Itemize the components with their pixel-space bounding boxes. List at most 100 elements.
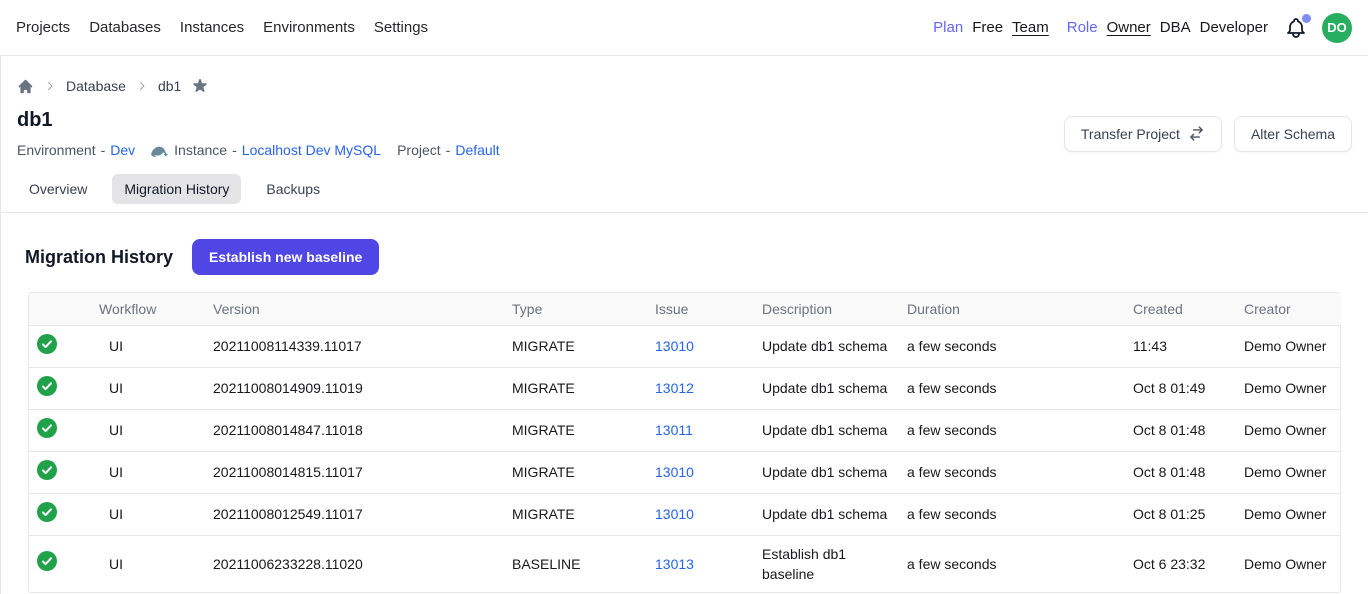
environment-group: Environment - Dev	[17, 142, 135, 158]
workflow-cell: UI	[99, 325, 213, 367]
transfer-project-button[interactable]: Transfer Project	[1064, 116, 1222, 152]
version-cell: 20211008014847.11018	[213, 409, 512, 451]
switch-horizontal-icon	[1188, 125, 1205, 142]
role-option-developer[interactable]: Developer	[1200, 19, 1268, 36]
nav-item-environments[interactable]: Environments	[263, 19, 355, 36]
role-option-owner[interactable]: Owner	[1107, 19, 1151, 36]
establish-baseline-button[interactable]: Establish new baseline	[192, 239, 379, 275]
type-cell: BASELINE	[512, 535, 655, 592]
version-cell: 20211008014815.11017	[213, 451, 512, 493]
created-column-header: Created	[1133, 293, 1244, 325]
duration-column-header: Duration	[907, 293, 1133, 325]
instance-link[interactable]: Localhost Dev MySQL	[242, 142, 381, 158]
migration-history-table: Workflow Version Type Issue Description …	[28, 292, 1341, 593]
description-column-header: Description	[762, 293, 907, 325]
table-row[interactable]: UI 20211008014909.11019 MIGRATE 13012 Up…	[29, 367, 1341, 409]
description-cell: Update db1 schema	[762, 409, 907, 451]
creator-cell: Demo Owner	[1244, 409, 1341, 451]
favorite-star-icon[interactable]	[191, 77, 209, 95]
database-header: db1 Environment - Dev Instance - Localho	[1, 95, 1368, 158]
workflow-cell: UI	[99, 535, 213, 592]
nav-item-instances[interactable]: Instances	[180, 19, 244, 36]
type-cell: MIGRATE	[512, 367, 655, 409]
issue-link[interactable]: 13010	[655, 464, 694, 480]
database-tabs: Overview Migration History Backups	[1, 174, 1368, 213]
creator-cell: Demo Owner	[1244, 451, 1341, 493]
chevron-right-icon	[136, 80, 148, 92]
type-column-header: Type	[512, 293, 655, 325]
notification-dot	[1302, 14, 1311, 23]
tab-overview[interactable]: Overview	[17, 174, 99, 204]
issue-link[interactable]: 13012	[655, 380, 694, 396]
issue-link[interactable]: 13011	[655, 422, 693, 438]
creator-cell: Demo Owner	[1244, 535, 1341, 592]
project-link[interactable]: Default	[455, 142, 499, 158]
created-cell: 11:43	[1133, 325, 1244, 367]
type-cell: MIGRATE	[512, 409, 655, 451]
version-cell: 20211008012549.11017	[213, 493, 512, 535]
success-check-icon	[37, 334, 57, 354]
plan-option-team[interactable]: Team	[1012, 19, 1049, 36]
breadcrumb-db1[interactable]: db1	[158, 78, 181, 94]
creator-cell: Demo Owner	[1244, 367, 1341, 409]
home-icon[interactable]	[17, 78, 34, 95]
description-cell: Establish db1 baseline	[762, 535, 907, 592]
workflow-cell: UI	[99, 409, 213, 451]
notifications-button[interactable]	[1284, 16, 1308, 40]
duration-cell: a few seconds	[907, 367, 1133, 409]
description-cell: Update db1 schema	[762, 493, 907, 535]
database-meta: Environment - Dev Instance - Localhost D…	[17, 142, 500, 158]
created-cell: Oct 8 01:25	[1133, 493, 1244, 535]
duration-cell: a few seconds	[907, 493, 1133, 535]
header-actions: Transfer Project Alter Schema	[1064, 116, 1352, 152]
nav-item-databases[interactable]: Databases	[89, 19, 161, 36]
plan-label: Plan	[933, 19, 963, 36]
instance-label: Instance	[174, 142, 227, 158]
mysql-dolphin-icon	[149, 142, 169, 158]
separator-dash: -	[232, 142, 237, 158]
project-label: Project	[397, 142, 441, 158]
type-cell: MIGRATE	[512, 451, 655, 493]
page-title: db1	[17, 109, 500, 132]
created-cell: Oct 8 01:48	[1133, 409, 1244, 451]
tab-backups[interactable]: Backups	[254, 174, 332, 204]
environment-link[interactable]: Dev	[110, 142, 135, 158]
duration-cell: a few seconds	[907, 325, 1133, 367]
creator-cell: Demo Owner	[1244, 493, 1341, 535]
transfer-project-label: Transfer Project	[1081, 126, 1180, 142]
nav-item-settings[interactable]: Settings	[374, 19, 428, 36]
role-label: Role	[1067, 19, 1098, 36]
status-column-header	[29, 293, 99, 325]
issue-link[interactable]: 13010	[655, 338, 694, 354]
nav-right: Plan Free Team Role Owner DBA Developer …	[933, 13, 1352, 43]
avatar[interactable]: DO	[1322, 13, 1352, 43]
table-row[interactable]: UI 20211006233228.11020 BASELINE 13013 E…	[29, 535, 1341, 592]
nav-item-projects[interactable]: Projects	[16, 19, 70, 36]
table-row[interactable]: UI 20211008014815.11017 MIGRATE 13010 Up…	[29, 451, 1341, 493]
environment-label: Environment	[17, 142, 96, 158]
alter-schema-label: Alter Schema	[1251, 126, 1335, 142]
nav-links: Projects Databases Instances Environment…	[16, 19, 428, 36]
description-cell: Update db1 schema	[762, 451, 907, 493]
table-row[interactable]: UI 20211008014847.11018 MIGRATE 13011 Up…	[29, 409, 1341, 451]
duration-cell: a few seconds	[907, 535, 1133, 592]
plan-option-free[interactable]: Free	[972, 19, 1003, 36]
success-check-icon	[37, 551, 57, 571]
description-cell: Update db1 schema	[762, 367, 907, 409]
table-row[interactable]: UI 20211008012549.11017 MIGRATE 13010 Up…	[29, 493, 1341, 535]
instance-group: Instance - Localhost Dev MySQL	[174, 142, 381, 158]
separator-dash: -	[101, 142, 106, 158]
table-header-row: Workflow Version Type Issue Description …	[29, 293, 1341, 325]
created-cell: Oct 6 23:32	[1133, 535, 1244, 592]
breadcrumb-database[interactable]: Database	[66, 78, 126, 94]
workflow-cell: UI	[99, 451, 213, 493]
version-column-header: Version	[213, 293, 512, 325]
issue-link[interactable]: 13010	[655, 506, 694, 522]
project-group: Project - Default	[397, 142, 500, 158]
issue-link[interactable]: 13013	[655, 556, 694, 572]
role-option-dba[interactable]: DBA	[1160, 19, 1191, 36]
table-row[interactable]: UI 20211008114339.11017 MIGRATE 13010 Up…	[29, 325, 1341, 367]
alter-schema-button[interactable]: Alter Schema	[1234, 116, 1352, 152]
tab-migration-history[interactable]: Migration History	[112, 174, 241, 204]
version-cell: 20211008114339.11017	[213, 325, 512, 367]
